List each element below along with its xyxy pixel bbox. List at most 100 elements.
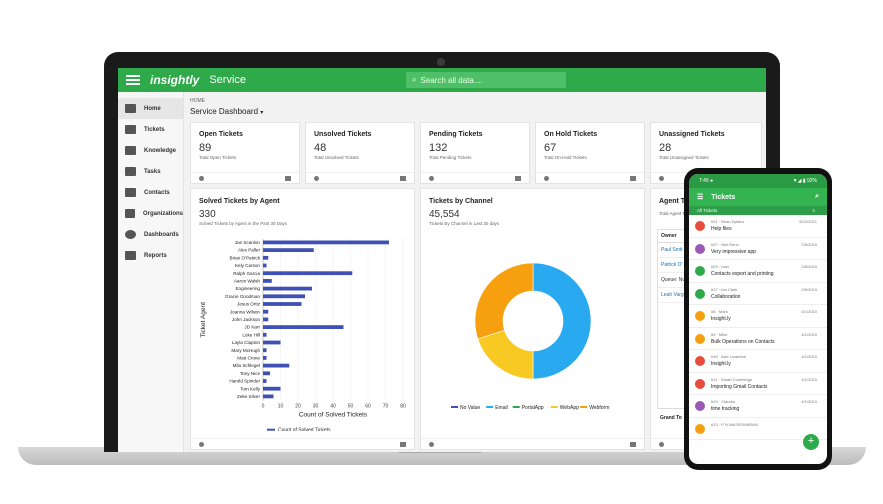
card-value: 330 bbox=[199, 209, 216, 220]
ticket-row[interactable]: #27 · Neil Renn Very impressive app 2/6/20… bbox=[689, 238, 827, 260]
y-tick-label: Luke Hill bbox=[242, 332, 260, 337]
ticket-date: 4/1/2010 bbox=[801, 376, 817, 382]
ticket-meta: #9 · Mike bbox=[711, 331, 728, 337]
list-icon[interactable] bbox=[630, 442, 636, 447]
ticket-meta: #27 · Neil Renn bbox=[711, 241, 739, 247]
stat-card-unsolved[interactable]: Unsolved Tickets 48 Total Unsolved Ticke… bbox=[305, 122, 415, 184]
search-icon[interactable]: ⌕ bbox=[815, 193, 819, 201]
y-tick-label: Jesus Ortiz bbox=[237, 302, 261, 307]
donut-chart: No Value Email PortalApp WebApp Webform bbox=[451, 262, 609, 411]
y-tick-label: Joe Scanlon bbox=[235, 240, 261, 245]
sidebar-item-knowledge[interactable]: Knowledge bbox=[118, 140, 183, 161]
breadcrumb[interactable]: HOME bbox=[190, 98, 205, 104]
list-icon[interactable] bbox=[400, 442, 406, 447]
stat-card-on-hold[interactable]: On Hold Tickets 67 Total On-Hold Tickets bbox=[535, 122, 645, 184]
card-footer bbox=[191, 438, 414, 449]
card-footer bbox=[306, 172, 414, 183]
app-logo[interactable]: insightly bbox=[150, 73, 199, 87]
contacts-icon bbox=[125, 188, 136, 197]
sidebar-item-home[interactable]: Home bbox=[118, 98, 183, 119]
user-icon bbox=[429, 442, 434, 447]
ticket-row[interactable]: #29 · Ivan Contacts export and printing 2/… bbox=[689, 260, 827, 283]
search-input[interactable]: ⌕ Search all data.... bbox=[406, 72, 566, 88]
avatar bbox=[695, 333, 705, 344]
stat-title: Unassigned Tickets bbox=[659, 131, 725, 138]
sidebar-item-reports[interactable]: Reports bbox=[118, 245, 183, 266]
stat-card-open[interactable]: Open Tickets 89 Total Open Tickets bbox=[190, 122, 300, 184]
list-icon[interactable] bbox=[515, 176, 521, 181]
ticket-date: 9/22/2021 bbox=[799, 219, 817, 224]
y-tick-label: JD Karr bbox=[244, 325, 260, 330]
x-tick-label: 70 bbox=[383, 404, 389, 410]
bar bbox=[263, 317, 269, 322]
list-icon[interactable] bbox=[630, 176, 636, 181]
phone-status-bar: 7:45 ● ▼◢ ▮ 92% bbox=[689, 174, 827, 188]
sidebar-item-tasks[interactable]: Tasks bbox=[118, 161, 183, 182]
tickets-icon bbox=[125, 125, 136, 134]
sidebar-item-contacts[interactable]: Contacts bbox=[118, 182, 183, 203]
stat-subtitle: Total Open Tickets bbox=[199, 155, 237, 160]
ticket-row[interactable]: #8 · Mark Insight.ly 4/1/2010 bbox=[689, 305, 827, 328]
book-icon bbox=[125, 146, 136, 155]
x-axis-label: Count of Solved Tickets bbox=[299, 412, 368, 419]
sidebar-item-dashboards[interactable]: Dashboards bbox=[118, 224, 183, 245]
list-icon[interactable] bbox=[285, 176, 291, 181]
ticket-row[interactable]: #9 · Mike Bulk Operations on Contacts 4/1/… bbox=[689, 328, 827, 350]
bar bbox=[263, 248, 314, 252]
y-tick-label: Tony Nice bbox=[240, 371, 261, 376]
x-tick-label: 10 bbox=[278, 404, 284, 410]
sidebar-item-tickets[interactable]: Tickets bbox=[118, 119, 183, 140]
card-footer bbox=[421, 172, 529, 183]
ticket-row[interactable]: #21 · Brian Zylstra Help files 9/22/2021 bbox=[689, 215, 827, 238]
bar bbox=[263, 363, 290, 368]
phone-screen: 7:45 ● ▼◢ ▮ 92% ☰ Tickets ⌕ All Tickets … bbox=[689, 174, 827, 464]
camera-icon bbox=[437, 58, 445, 66]
legend-swatch bbox=[580, 406, 588, 408]
grand-total-label: Grand To bbox=[660, 415, 682, 421]
avatar bbox=[695, 423, 705, 434]
add-ticket-button[interactable]: + bbox=[803, 434, 819, 450]
ticket-subject: Help files bbox=[711, 226, 732, 232]
y-tick-label: Engineering bbox=[235, 286, 260, 291]
ticket-subject: Bulk Operations on Contacts bbox=[711, 338, 775, 345]
donut-slice bbox=[474, 262, 534, 340]
legend-label: PortalApp bbox=[522, 405, 544, 411]
y-tick-label: Harold Spinder bbox=[229, 379, 260, 384]
y-tick-label: Tom Kelly bbox=[240, 386, 261, 391]
bar bbox=[263, 255, 269, 260]
ticket-subject: Importing Gmail Contacts bbox=[711, 383, 768, 390]
menu-icon[interactable]: ☰ bbox=[697, 193, 703, 201]
stat-title: On Hold Tickets bbox=[544, 131, 598, 138]
stat-title: Unsolved Tickets bbox=[314, 131, 372, 138]
bar bbox=[263, 286, 312, 291]
sidebar-item-label: Reports bbox=[144, 252, 167, 259]
bar bbox=[263, 379, 267, 383]
sort-icon[interactable]: ≡ bbox=[812, 208, 815, 213]
top-bar: insightly Service ⌕ Search all data.... bbox=[118, 68, 766, 92]
ticket-meta: #8 · Mark bbox=[711, 309, 728, 314]
dashboard-title[interactable]: Service Dashboard ▾ bbox=[190, 107, 263, 116]
ticket-row[interactable]: #16 · Alex Lowbrink Insight.ly 4/1/2010 bbox=[689, 350, 827, 373]
stat-subtitle: Total On-Hold Tickets bbox=[544, 155, 587, 160]
list-icon[interactable] bbox=[400, 176, 406, 181]
solved-by-agent-card: Solved Tickets by Agent 330 Solved Ticke… bbox=[190, 188, 415, 450]
stat-title: Open Tickets bbox=[199, 131, 243, 138]
ticket-row[interactable]: #11 · Stuart Cummings Importing Gmail Con… bbox=[689, 373, 827, 395]
bar bbox=[263, 263, 267, 268]
avatar bbox=[695, 243, 705, 254]
sidebar-item-organizations[interactable]: Organizations bbox=[118, 203, 183, 224]
avatar bbox=[695, 356, 705, 366]
stat-card-pending[interactable]: Pending Tickets 132 Total Pending Ticket… bbox=[420, 122, 530, 184]
ticket-row[interactable]: #20 · Claudia time tracking 4/1/2010 bbox=[689, 395, 827, 418]
card-title: Solved Tickets by Agent bbox=[199, 198, 280, 205]
bar bbox=[263, 309, 269, 314]
card-footer bbox=[421, 438, 644, 449]
stat-value: 28 bbox=[659, 142, 672, 154]
legend-label: Webform bbox=[589, 405, 609, 411]
bar bbox=[263, 302, 302, 306]
y-tick-label: Kely Carson bbox=[235, 263, 260, 268]
x-tick-label: 50 bbox=[348, 404, 354, 410]
phone-filter-bar[interactable]: All Tickets ≡ bbox=[689, 206, 827, 215]
menu-icon[interactable] bbox=[126, 75, 140, 85]
ticket-row[interactable]: #27 · Ian Clark Collaboration 2/6/2019 bbox=[689, 283, 827, 305]
